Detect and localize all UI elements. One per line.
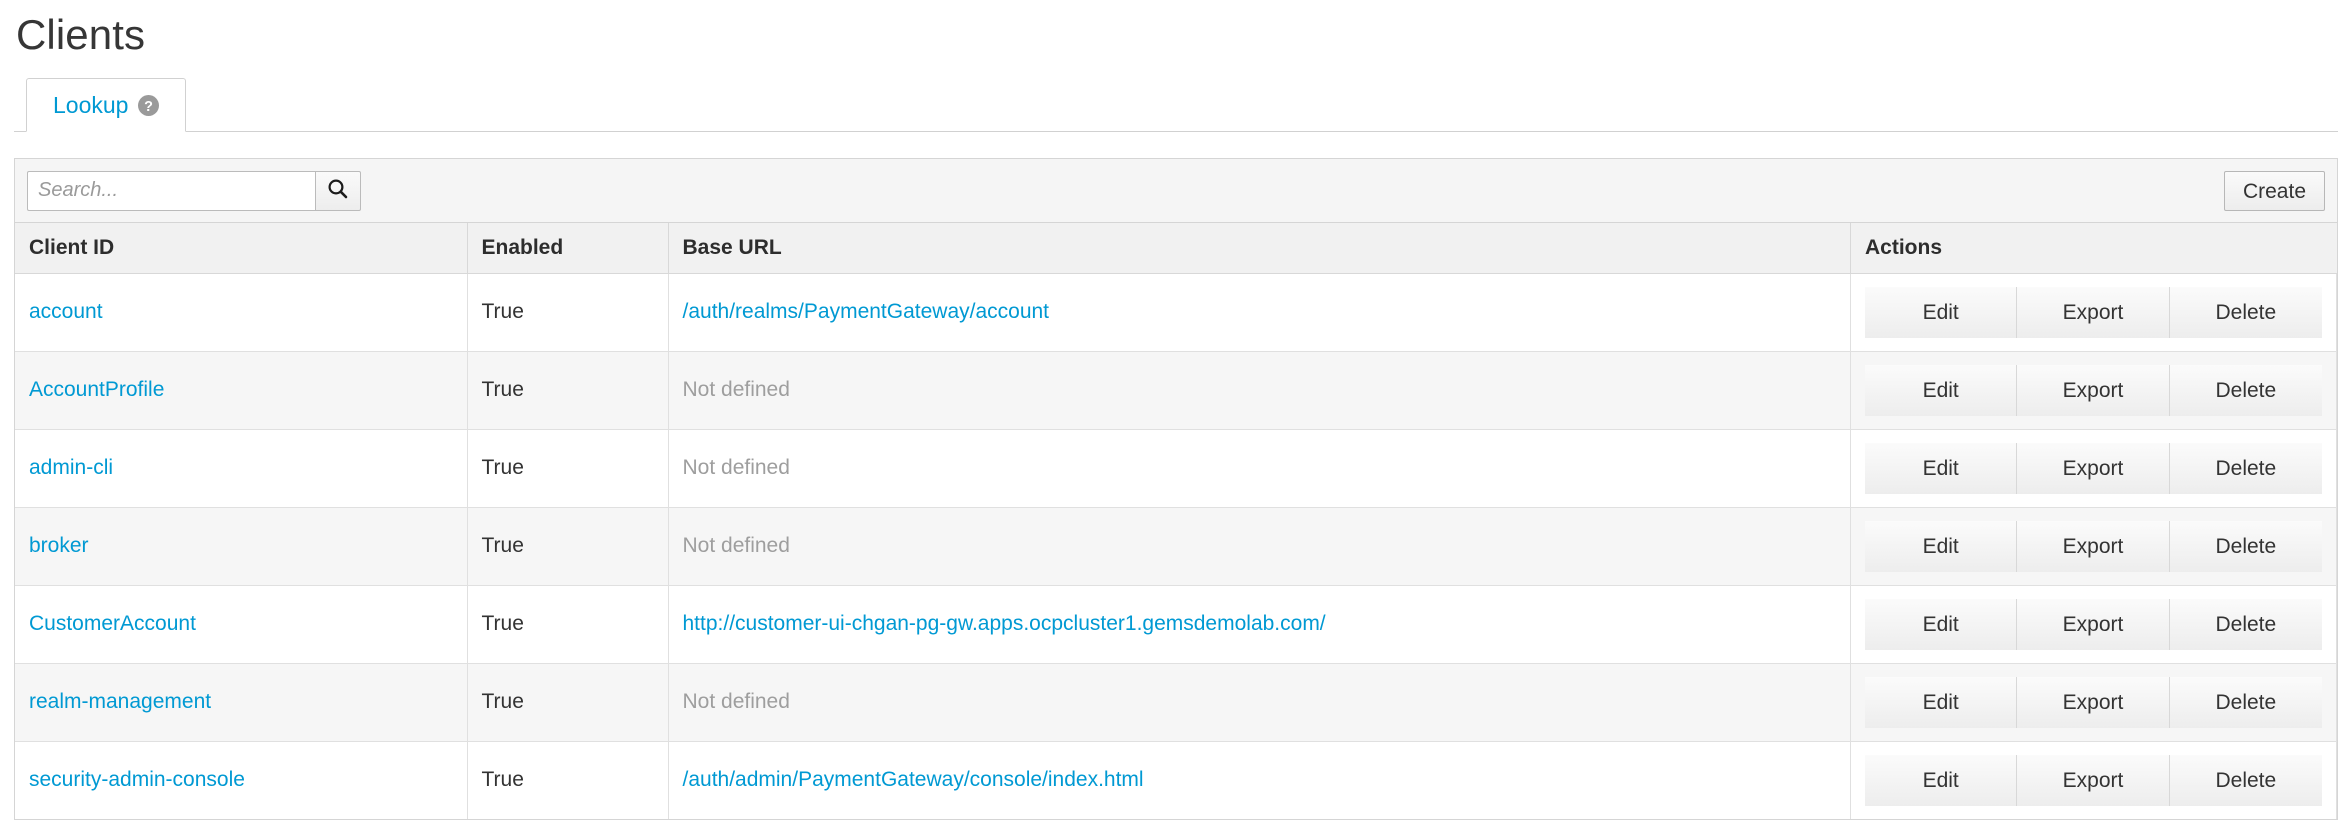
table-row: CustomerAccount True http://customer-ui-ch… [15,584,2337,664]
delete-button[interactable]: Delete [2169,364,2322,416]
clients-page: Clients Lookup ? Search... Create Client… [0,0,2352,820]
action-button-group: Edit Export Delete [1865,754,2322,806]
delete-button[interactable]: Delete [2169,598,2322,650]
clients-table: Client ID Enabled Base URL Actions accou… [15,223,2337,819]
edit-button[interactable]: Edit [1865,754,2018,806]
cell-actions: Edit Export Delete [1850,662,2337,742]
search-input[interactable] [27,170,315,211]
table-header: Client ID Enabled Base URL Actions [15,223,2337,274]
cell-client-id: security-admin-console [15,740,468,819]
cell-base-url: Not defined [667,428,1851,508]
cell-actions: Edit Export Delete [1850,428,2337,508]
export-button[interactable]: Export [2017,598,2170,650]
cell-enabled: True [466,662,669,742]
cell-actions: Edit Export Delete [1850,740,2337,819]
column-header-client-id: Client ID [15,223,468,274]
create-button[interactable]: Create [2223,171,2325,211]
table-header-row: Client ID Enabled Base URL Actions [15,223,2337,274]
table-row: security-admin-console True/auth/admin/Pa… [15,740,2337,819]
delete-button[interactable]: Delete [2169,754,2322,806]
search-icon [326,177,350,204]
client-id-link[interactable]: AccountProfile [29,378,164,401]
base-url-not-defined: Not defined [682,378,790,401]
cell-enabled: True [466,506,669,586]
tab-lookup[interactable]: Lookup ? [26,78,187,132]
edit-button[interactable]: Edit [1865,520,2018,572]
cell-enabled: True [466,272,669,352]
cell-actions: Edit Export Delete [1850,506,2337,586]
cell-client-id: broker [15,506,468,586]
cell-client-id: AccountProfile [15,350,468,430]
export-button[interactable]: Export [2017,442,2170,494]
table-row: admin-cli True Not defined Edit Export Delete [15,428,2337,508]
cell-base-url: Not defined [667,662,1851,742]
cell-enabled: True [466,740,669,819]
column-header-actions: Actions [1850,223,2337,274]
action-button-group: Edit Export Delete [1865,520,2322,572]
edit-button[interactable]: Edit [1865,442,2018,494]
page-title: Clients [16,11,146,58]
client-id-link[interactable]: security-admin-console [29,768,245,791]
edit-button[interactable]: Edit [1865,364,2018,416]
cell-client-id: CustomerAccount [15,584,468,664]
edit-button[interactable]: Edit [1865,676,2018,728]
export-button[interactable]: Export [2017,364,2170,416]
help-circle-icon[interactable]: ? [138,94,160,116]
export-button[interactable]: Export [2017,754,2170,806]
table-row: account True/auth/realms/PaymentGateway/a… [15,272,2337,352]
column-header-enabled: Enabled [466,223,669,274]
clients-toolbar: Create [15,159,2337,223]
cell-enabled: True [466,584,669,664]
tab-bar: Lookup ? [14,78,2338,132]
edit-button[interactable]: Edit [1865,286,2018,338]
client-id-link[interactable]: admin-cli [29,456,113,479]
client-id-link[interactable]: CustomerAccount [29,612,196,635]
base-url-link[interactable]: /auth/admin/PaymentGateway/console/index… [683,768,1144,791]
cell-client-id: admin-cli [15,428,468,508]
cell-base-url: Not defined [667,350,1851,430]
cell-actions: Edit Export Delete [1850,272,2337,352]
cell-base-url: /auth/admin/PaymentGateway/console/index… [667,740,1851,819]
search-button[interactable] [315,170,361,211]
tab-lookup-label: Lookup [53,91,129,118]
table-row: AccountProfile True Not defined Edit Export D… [15,350,2337,430]
base-url-link[interactable]: /auth/realms/PaymentGateway/account [683,300,1050,323]
action-button-group: Edit Export Delete [1865,286,2322,338]
search-group [27,170,361,211]
delete-button[interactable]: Delete [2169,286,2322,338]
action-button-group: Edit Export Delete [1865,364,2322,416]
cell-client-id: realm-management [15,662,468,742]
export-button[interactable]: Export [2017,520,2170,572]
export-button[interactable]: Export [2017,286,2170,338]
clients-panel: Create Client ID Enabled Base URL Action… [14,158,2338,820]
delete-button[interactable]: Delete [2169,442,2322,494]
cell-enabled: True [466,350,669,430]
action-button-group: Edit Export Delete [1865,598,2322,650]
cell-base-url: http://customer-ui-chgan-pg-gw.apps.ocpc… [667,584,1851,664]
cell-client-id: account [15,272,468,352]
delete-button[interactable]: Delete [2169,676,2322,728]
cell-actions: Edit Export Delete [1850,584,2337,664]
cell-actions: Edit Export Delete [1850,350,2337,430]
table-body: account True/auth/realms/PaymentGateway/a… [15,272,2337,819]
edit-button[interactable]: Edit [1865,598,2018,650]
export-button[interactable]: Export [2017,676,2170,728]
base-url-not-defined: Not defined [682,534,790,557]
svg-text:?: ? [145,98,154,114]
cell-enabled: True [466,428,669,508]
action-button-group: Edit Export Delete [1865,676,2322,728]
table-row: broker True Not defined Edit Export Delete [15,506,2337,586]
delete-button[interactable]: Delete [2169,520,2322,572]
base-url-not-defined: Not defined [682,456,790,479]
cell-base-url: Not defined [667,506,1851,586]
table-row: realm-management True Not defined Edit Expor… [15,662,2337,742]
column-header-base-url: Base URL [667,223,1851,274]
base-url-link[interactable]: http://customer-ui-chgan-pg-gw.apps.ocpc… [683,612,1326,635]
action-button-group: Edit Export Delete [1865,442,2322,494]
cell-base-url: /auth/realms/PaymentGateway/account [667,272,1851,352]
client-id-link[interactable]: account [29,300,103,323]
client-id-link[interactable]: broker [29,534,89,557]
